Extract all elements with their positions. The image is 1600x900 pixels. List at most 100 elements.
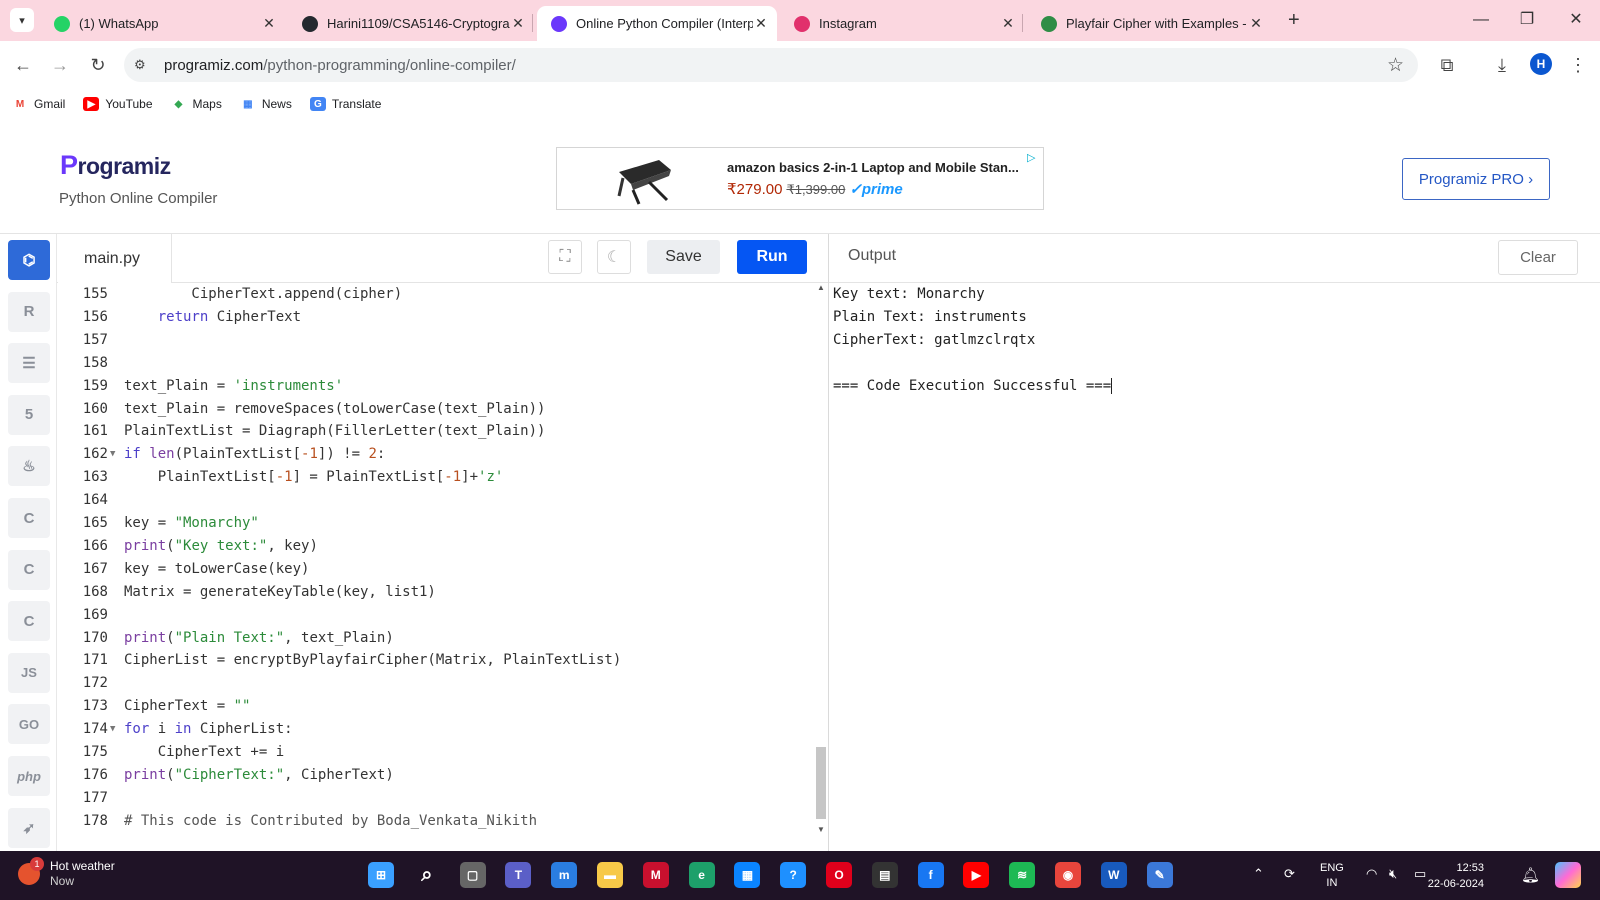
spotify-icon[interactable]: ≋ bbox=[1009, 862, 1036, 888]
code-line[interactable]: 175 CipherText += i bbox=[58, 741, 814, 763]
store-icon[interactable]: ▦ bbox=[734, 862, 761, 888]
run-button[interactable]: Run bbox=[737, 240, 807, 274]
browser-tab[interactable]: Instagram ✕ bbox=[780, 6, 1024, 41]
close-tab-icon[interactable]: ✕ bbox=[1248, 15, 1264, 32]
app-icon[interactable]: ▤ bbox=[871, 862, 898, 888]
profile-avatar[interactable]: H bbox=[1530, 53, 1552, 75]
fold-arrow-icon[interactable]: ▼ bbox=[110, 718, 115, 740]
scroll-up-icon[interactable]: ▲ bbox=[817, 283, 825, 292]
lang-go-icon[interactable]: GO bbox=[8, 704, 50, 745]
site-info-icon[interactable]: ⚙ bbox=[134, 57, 146, 73]
bookmark-youtube[interactable]: ▶ YouTube bbox=[83, 97, 153, 111]
code-editor[interactable]: 155 CipherText.append(cipher) 156 return … bbox=[58, 283, 814, 851]
dark-mode-button[interactable]: ☾ bbox=[597, 240, 631, 274]
clear-button[interactable]: Clear bbox=[1498, 240, 1578, 275]
code-line[interactable]: 158 bbox=[58, 352, 814, 374]
code-line[interactable]: 172 bbox=[58, 672, 814, 694]
volume-muted-icon[interactable]: 🔇︎ bbox=[1389, 866, 1397, 882]
programiz-logo[interactable]: Programiz bbox=[60, 150, 171, 181]
close-tab-icon[interactable]: ✕ bbox=[753, 15, 769, 32]
editor-scrollbar[interactable]: ▲ ▼ bbox=[814, 283, 828, 851]
download-icon[interactable]: ⤓ bbox=[1490, 53, 1514, 77]
code-line[interactable]: 155 CipherText.append(cipher) bbox=[58, 283, 814, 305]
code-line[interactable]: 170 print("Plain Text:", text_Plain) bbox=[58, 627, 814, 649]
code-line[interactable]: 167 key = toLowerCase(key) bbox=[58, 558, 814, 580]
forward-button[interactable]: → bbox=[48, 53, 72, 77]
code-line[interactable]: 162 ▼ if len(PlainTextList[-1]) != 2: bbox=[58, 443, 814, 465]
output-console[interactable]: Key text: Monarchy Plain Text: instrument… bbox=[833, 283, 1593, 398]
code-line[interactable]: 164 bbox=[58, 489, 814, 511]
code-line[interactable]: 177 bbox=[58, 787, 814, 809]
restore-button[interactable]: ❐ bbox=[1512, 8, 1542, 32]
python-icon[interactable]: ⌬ bbox=[8, 240, 50, 280]
show-hidden-icons-icon[interactable]: ⌃ bbox=[1253, 866, 1264, 882]
close-window-button[interactable]: ✕ bbox=[1561, 8, 1591, 32]
search-icon[interactable]: ⌕ bbox=[414, 862, 440, 888]
code-line[interactable]: 174 ▼ for i in CipherList: bbox=[58, 718, 814, 740]
menu-icon[interactable]: ⋮ bbox=[1566, 53, 1590, 77]
close-tab-icon[interactable]: ✕ bbox=[261, 15, 277, 32]
code-line[interactable]: 176 print("CipherText:", CipherText) bbox=[58, 764, 814, 786]
new-tab-button[interactable]: + bbox=[1288, 8, 1300, 32]
advertisement-banner[interactable]: amazon basics 2-in-1 Laptop and Mobile S… bbox=[556, 147, 1044, 210]
weather-widget[interactable]: 1 Hot weather Now bbox=[18, 857, 115, 889]
sync-icon[interactable]: ⟳ bbox=[1284, 866, 1295, 882]
opera-icon[interactable]: O bbox=[826, 862, 852, 888]
word-icon[interactable]: W bbox=[1100, 862, 1127, 888]
reload-button[interactable]: ↻ bbox=[86, 53, 110, 77]
input-language[interactable]: ENG IN bbox=[1320, 861, 1344, 891]
fullscreen-button[interactable]: ⛶ bbox=[548, 240, 582, 274]
code-line[interactable]: 168 Matrix = generateKeyTable(key, list1) bbox=[58, 581, 814, 603]
scrollbar-thumb[interactable] bbox=[816, 747, 826, 819]
code-line[interactable]: 161 PlainTextList = Diagraph(FillerLetter… bbox=[58, 420, 814, 442]
save-button[interactable]: Save bbox=[647, 240, 720, 274]
fold-arrow-icon[interactable]: ▼ bbox=[110, 443, 115, 465]
code-line[interactable]: 169 bbox=[58, 604, 814, 626]
code-line[interactable]: 159 text_Plain = 'instruments' bbox=[58, 375, 814, 397]
database-icon[interactable]: ☰ bbox=[8, 343, 50, 384]
java-icon[interactable]: ♨ bbox=[8, 446, 50, 487]
code-line[interactable]: 163 PlainTextList[-1] = PlainTextList[-1… bbox=[58, 466, 814, 488]
notification-bell-icon[interactable]: 🔔︎ bbox=[1521, 866, 1540, 884]
lang-php-icon[interactable]: php bbox=[8, 756, 50, 796]
bookmark-gmail[interactable]: M Gmail bbox=[12, 97, 66, 111]
address-bar[interactable]: ⚙ programiz.com/python-programming/onlin… bbox=[124, 48, 1418, 82]
code-line[interactable]: 157 bbox=[58, 329, 814, 351]
browser-tab[interactable]: Online Python Compiler (Interp ✕ bbox=[537, 6, 777, 41]
code-line[interactable]: 178 # This code is Contributed by Boda_Ve… bbox=[58, 810, 814, 832]
pane-divider[interactable] bbox=[828, 234, 829, 851]
mylp-icon[interactable]: m bbox=[551, 862, 578, 888]
copilot-icon[interactable] bbox=[1555, 862, 1581, 888]
tab-search-button[interactable]: ▾ bbox=[10, 8, 34, 32]
youtube-icon[interactable]: ▶ bbox=[963, 862, 990, 888]
chrome-icon[interactable]: ◉ bbox=[1055, 862, 1081, 888]
extensions-icon[interactable]: ⧉ bbox=[1435, 53, 1459, 77]
file-explorer-icon[interactable]: ▬ bbox=[597, 862, 623, 888]
wifi-icon[interactable]: ◠ bbox=[1366, 866, 1377, 882]
r-icon[interactable]: R bbox=[8, 291, 50, 332]
edge-icon[interactable]: e bbox=[688, 862, 715, 888]
scroll-down-icon[interactable]: ▼ bbox=[817, 825, 825, 834]
back-button[interactable]: ← bbox=[11, 53, 35, 77]
url-text[interactable]: programiz.com/python-programming/online-… bbox=[164, 57, 516, 74]
code-line[interactable]: 171 CipherList = encryptByPlayfairCipher(… bbox=[58, 649, 814, 671]
html-icon[interactable]: 5 bbox=[8, 394, 50, 435]
c-icon[interactable]: C bbox=[8, 498, 50, 538]
close-tab-icon[interactable]: ✕ bbox=[510, 15, 526, 32]
code-line[interactable]: 165 key = "Monarchy" bbox=[58, 512, 814, 534]
cpp-icon[interactable]: C bbox=[8, 549, 50, 590]
code-line[interactable]: 166 print("Key text:", key) bbox=[58, 535, 814, 557]
close-tab-icon[interactable]: ✕ bbox=[1000, 15, 1016, 32]
code-line[interactable]: 173 CipherText = "" bbox=[58, 695, 814, 717]
bookmark-news[interactable]: ▦ News bbox=[240, 97, 292, 111]
task-view-icon[interactable]: ▢ bbox=[459, 862, 486, 888]
lang-js-icon[interactable]: JS bbox=[8, 652, 50, 693]
file-tab-main[interactable]: main.py bbox=[58, 234, 172, 283]
browser-tab[interactable]: Harini1109/CSA5146-Cryptogra ✕ bbox=[288, 6, 534, 41]
clock[interactable]: 12:53 22-06-2024 bbox=[1404, 860, 1484, 892]
code-line[interactable]: 156 return CipherText bbox=[58, 306, 814, 328]
csharp-icon[interactable]: C bbox=[8, 601, 50, 642]
browser-tab[interactable]: Playfair Cipher with Examples - ✕ bbox=[1027, 6, 1272, 41]
bookmark-maps[interactable]: ◆ Maps bbox=[171, 97, 222, 111]
swift-icon[interactable]: ➶ bbox=[8, 807, 50, 848]
